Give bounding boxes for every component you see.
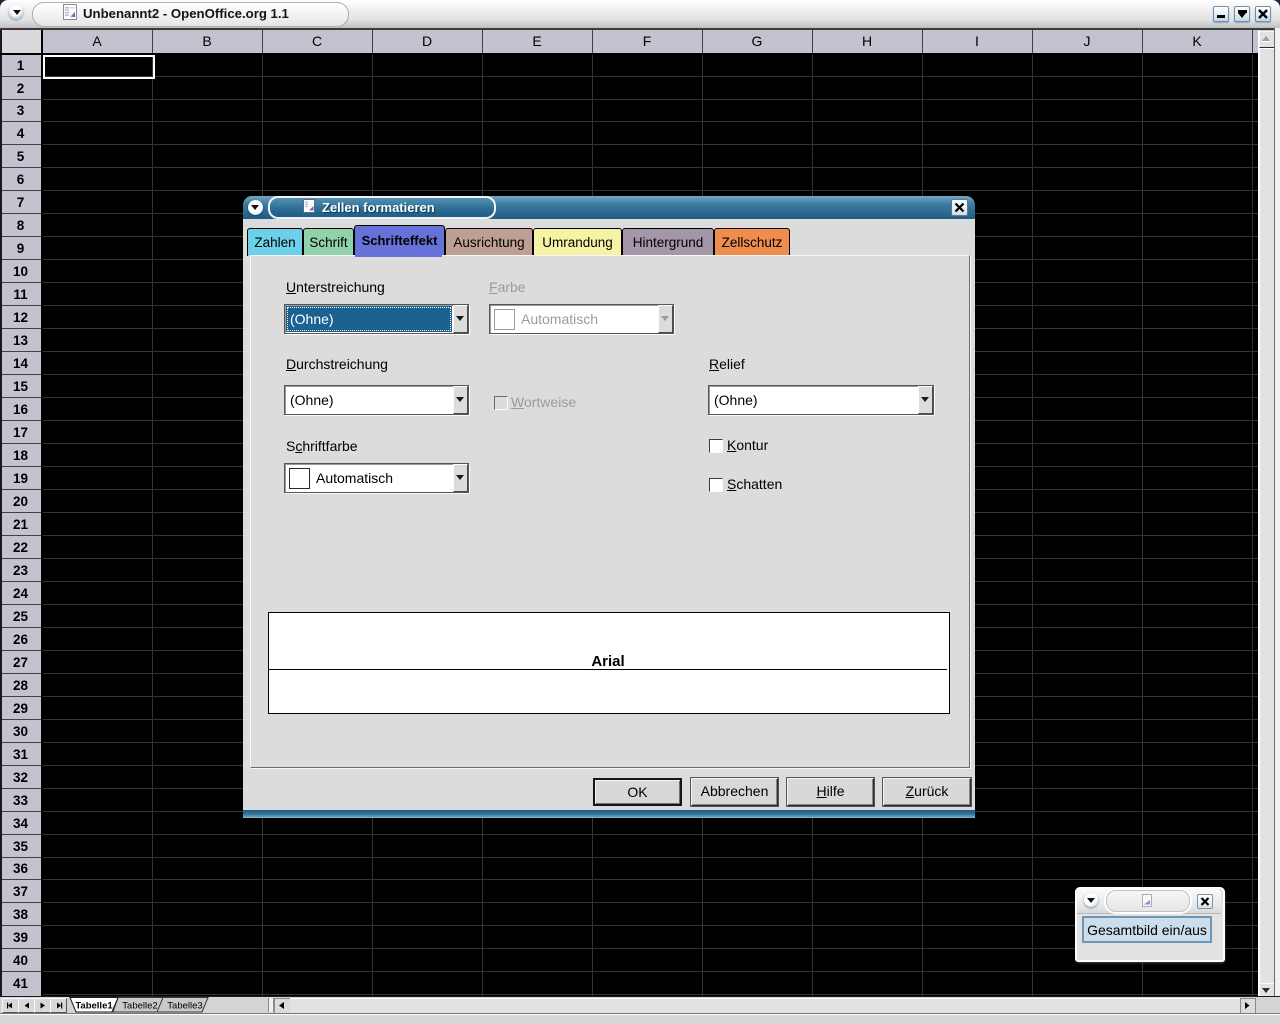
svg-text:Tabelle2: Tabelle2 [122, 1001, 157, 1012]
svg-text:Tabelle1: Tabelle1 [75, 1001, 113, 1012]
svg-text:Tabelle3: Tabelle3 [167, 1001, 202, 1012]
